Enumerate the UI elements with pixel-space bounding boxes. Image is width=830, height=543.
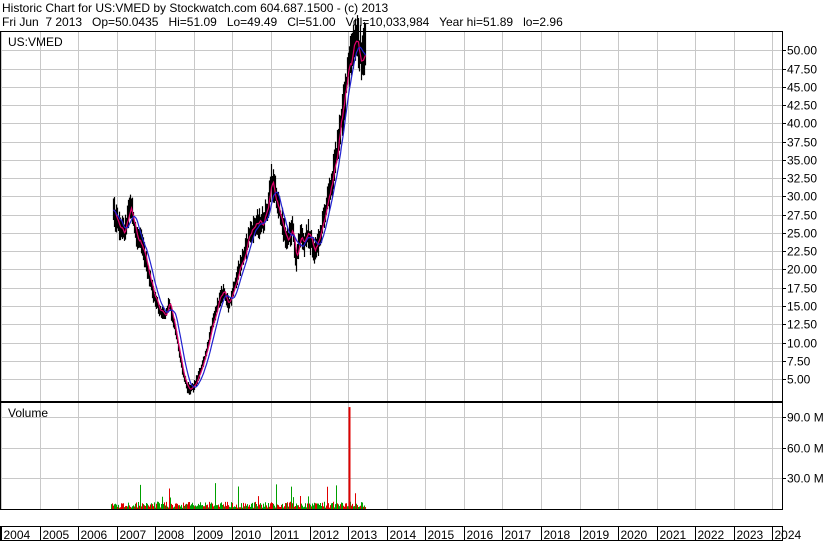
year-label: 2006 xyxy=(81,528,108,542)
price-tick-label: 45.00 xyxy=(787,81,817,95)
price-tick-label: 40.00 xyxy=(787,117,817,131)
year-label: 2024 xyxy=(775,528,802,542)
year-label: 2023 xyxy=(737,528,764,542)
long-moving-average xyxy=(113,46,367,388)
price-tick-label: 50.00 xyxy=(787,44,817,58)
year-label: 2005 xyxy=(43,528,70,542)
year-label: 2015 xyxy=(428,528,455,542)
year-label: 2020 xyxy=(621,528,648,542)
volume-tick-label: 30.0 M xyxy=(787,472,824,486)
year-label: 2018 xyxy=(544,528,571,542)
year-label: 2019 xyxy=(583,528,610,542)
year-label: 2007 xyxy=(120,528,147,542)
year-label: 2022 xyxy=(698,528,725,542)
price-tick-label: 27.50 xyxy=(787,209,817,223)
year-label: 2010 xyxy=(235,528,262,542)
year-label: 2009 xyxy=(197,528,224,542)
price-tick-label: 22.50 xyxy=(787,245,817,259)
price-tick-label: 15.00 xyxy=(787,300,817,314)
stock-chart: 2004 2005 2006 2007 2008 2009 2010 2011 2012 2013… xyxy=(0,15,824,542)
chart-window: Historic Chart for US:VMED by Stockwatch… xyxy=(0,0,830,543)
year-label: 2017 xyxy=(505,528,532,542)
year-label: 2012 xyxy=(313,528,340,542)
price-tick-label: 17.50 xyxy=(787,282,817,296)
volume-tick-label: 60.0 M xyxy=(787,442,824,456)
price-tick-label: 42.50 xyxy=(787,99,817,113)
price-tick-label: 12.50 xyxy=(787,318,817,332)
price-tick-label: 37.50 xyxy=(787,136,817,150)
price-tick-label: 35.00 xyxy=(787,154,817,168)
year-label: 2016 xyxy=(467,528,494,542)
volume-label: Volume xyxy=(8,406,48,420)
year-label: 2011 xyxy=(274,528,300,542)
price-tick-label: 47.50 xyxy=(787,63,817,77)
year-label: 2014 xyxy=(390,528,417,542)
price-tick-label: 25.00 xyxy=(787,227,817,241)
year-label: 2021 xyxy=(660,528,687,542)
symbol-label: US:VMED xyxy=(8,35,63,49)
price-tick-label: 10.00 xyxy=(787,337,817,351)
year-label: 2008 xyxy=(158,528,185,542)
price-tick-label: 32.50 xyxy=(787,172,817,186)
year-label: 2013 xyxy=(351,528,378,542)
price-tick-label: 5.00 xyxy=(787,373,811,387)
price-tick-label: 20.00 xyxy=(787,263,817,277)
price-tick-label: 30.00 xyxy=(787,190,817,204)
year-label: 2004 xyxy=(4,528,31,542)
volume-tick-label: 90.0 M xyxy=(787,411,824,425)
price-tick-label: 7.50 xyxy=(787,355,811,369)
